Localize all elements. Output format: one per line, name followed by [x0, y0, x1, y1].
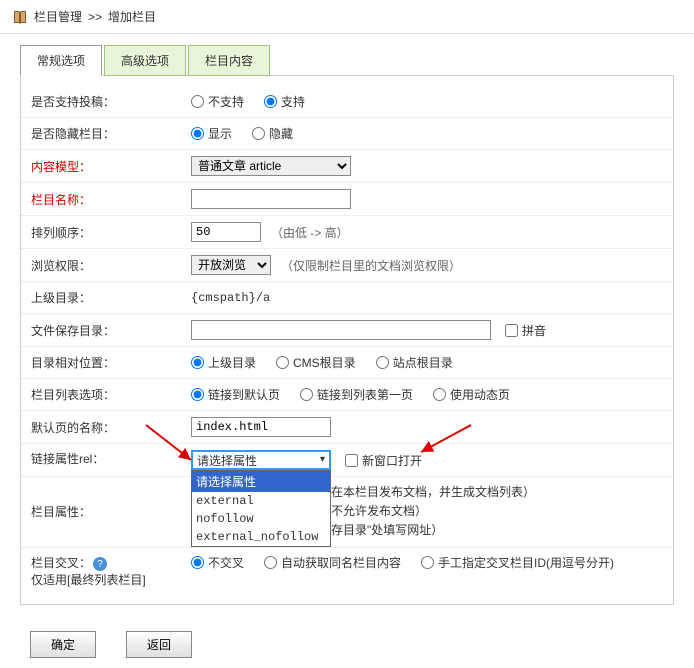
tab-advanced[interactable]: 高级选项 — [104, 45, 186, 76]
row-submit: 是否支持投稿： 不支持 支持 — [21, 86, 673, 118]
row-parent: 上级目录： {cmspath}/a — [21, 282, 673, 314]
radio-cmsroot[interactable]: CMS根目录 — [276, 354, 356, 371]
tab-content[interactable]: 栏目内容 — [188, 45, 270, 76]
label-defpage: 默认页的名称： — [31, 419, 191, 436]
hint-order: （由低 -> 高） — [271, 224, 349, 241]
label-model: 内容模型： — [31, 158, 191, 175]
select-rel[interactable]: 请选择属性▾ 请选择属性 external nofollow external_… — [191, 450, 331, 470]
label-browse: 浏览权限： — [31, 257, 191, 274]
breadcrumb-item: 增加栏目 — [108, 8, 156, 25]
breadcrumb-item[interactable]: 栏目管理 — [34, 8, 82, 25]
colattr-text: 在本栏目发布文档，并生成文档列表） 不允许发布文档） 存目录"处填写网址） — [331, 483, 535, 541]
input-savedir[interactable] — [191, 320, 491, 340]
radio-nosubmit[interactable]: 不支持 — [191, 93, 244, 110]
dropdown-option[interactable]: external_nofollow — [192, 528, 330, 546]
label-dirpos: 目录相对位置： — [31, 354, 191, 371]
dropdown-option[interactable]: 请选择属性 — [192, 471, 330, 492]
back-button[interactable]: 返回 — [126, 631, 192, 658]
breadcrumb: 栏目管理 >> 增加栏目 — [0, 0, 694, 34]
radio-linkdefault[interactable]: 链接到默认页 — [191, 386, 280, 403]
checkbox-pinyin[interactable]: 拼音 — [505, 322, 546, 339]
radio-linkfirst[interactable]: 链接到列表第一页 — [300, 386, 413, 403]
row-dirpos: 目录相对位置： 上级目录 CMS根目录 站点根目录 — [21, 347, 673, 379]
form: 是否支持投稿： 不支持 支持 是否隐藏栏目： 显示 隐藏 内容模型： 普通文章 … — [20, 75, 674, 605]
label-order: 排列顺序： — [31, 224, 191, 241]
ok-button[interactable]: 确定 — [30, 631, 96, 658]
radio-siteroot[interactable]: 站点根目录 — [376, 354, 453, 371]
dropdown-option[interactable]: nofollow — [192, 510, 330, 528]
select-browse[interactable]: 开放浏览 — [191, 255, 271, 275]
label-parent: 上级目录： — [31, 289, 191, 306]
radio-autocross[interactable]: 自动获取同名栏目内容 — [264, 554, 401, 571]
input-order[interactable] — [191, 222, 261, 242]
row-rel: 链接属性rel： 请选择属性▾ 请选择属性 external nofollow … — [21, 444, 673, 477]
input-defpage[interactable] — [191, 417, 331, 437]
label-listopt: 栏目列表选项： — [31, 386, 191, 403]
label-name: 栏目名称： — [31, 191, 191, 208]
label-submit: 是否支持投稿： — [31, 93, 191, 110]
radio-submit[interactable]: 支持 — [264, 93, 305, 110]
row-order: 排列顺序： （由低 -> 高） — [21, 216, 673, 249]
radio-hide[interactable]: 隐藏 — [252, 125, 293, 142]
dropdown-list: 请选择属性 external nofollow external_nofollo… — [191, 470, 331, 547]
radio-show[interactable]: 显示 — [191, 125, 232, 142]
row-browse: 浏览权限： 开放浏览 （仅限制栏目里的文档浏览权限） — [21, 249, 673, 282]
book-icon — [12, 9, 28, 25]
input-name[interactable] — [191, 189, 351, 209]
row-model: 内容模型： 普通文章 article — [21, 150, 673, 183]
row-name: 栏目名称： — [21, 183, 673, 216]
label-savedir: 文件保存目录： — [31, 322, 191, 339]
hint-browse: （仅限制栏目里的文档浏览权限） — [281, 257, 461, 274]
radio-nocross[interactable]: 不交叉 — [191, 554, 244, 571]
label-rel: 链接属性rel： — [31, 450, 191, 467]
tabs: 常规选项 高级选项 栏目内容 — [0, 34, 694, 75]
row-savedir: 文件保存目录： 拼音 — [21, 314, 673, 347]
help-icon[interactable]: ? — [93, 557, 107, 571]
checkbox-newwindow[interactable]: 新窗口打开 — [345, 452, 422, 469]
row-listopt: 栏目列表选项： 链接到默认页 链接到列表第一页 使用动态页 — [21, 379, 673, 411]
dropdown-option[interactable]: external — [192, 492, 330, 510]
label-cross: 栏目交叉：? 仅适用[最终列表栏目] — [31, 554, 191, 589]
value-parent: {cmspath}/a — [191, 291, 270, 305]
row-defpage: 默认页的名称： — [21, 411, 673, 444]
select-model[interactable]: 普通文章 article — [191, 156, 351, 176]
button-row: 确定 返回 — [0, 621, 694, 668]
radio-manualcross[interactable]: 手工指定交叉栏目ID(用逗号分开) — [421, 554, 614, 571]
label-colattr: 栏目属性： — [31, 503, 191, 520]
radio-dynamic[interactable]: 使用动态页 — [433, 386, 510, 403]
row-colattr: 栏目属性： 在本栏目发布文档，并生成文档列表） 不允许发布文档） 存目录"处填写… — [21, 477, 673, 548]
breadcrumb-sep: >> — [88, 10, 102, 24]
row-cross: 栏目交叉：? 仅适用[最终列表栏目] 不交叉 自动获取同名栏目内容 手工指定交叉… — [21, 548, 673, 595]
label-hide: 是否隐藏栏目： — [31, 125, 191, 142]
row-hide: 是否隐藏栏目： 显示 隐藏 — [21, 118, 673, 150]
tab-general[interactable]: 常规选项 — [20, 45, 102, 76]
chevron-down-icon: ▾ — [320, 454, 325, 466]
radio-parentdir[interactable]: 上级目录 — [191, 354, 256, 371]
